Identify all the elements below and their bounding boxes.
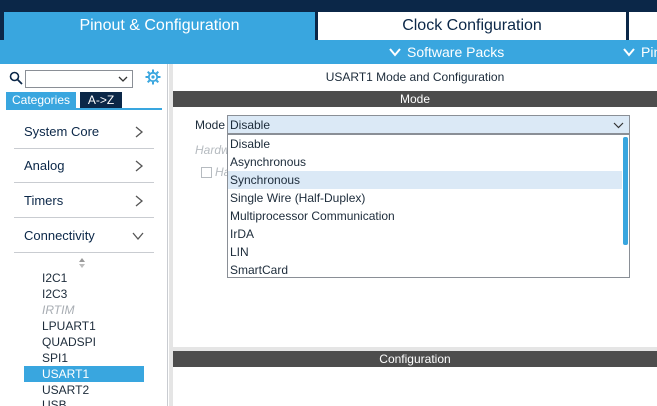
hardware-flow-label: Hardw (195, 143, 230, 157)
mode-option[interactable]: Single Wire (Half-Duplex) (228, 189, 622, 207)
sidebar: Categories A->Z System Core Analog Timer… (0, 64, 168, 406)
chevron-down-icon (389, 48, 401, 57)
mode-label: Mode (195, 118, 226, 132)
mode-option[interactable]: Asynchronous (228, 153, 622, 171)
configuration-section-header: Configuration (173, 351, 657, 367)
mode-panel: USART1 Mode and Configuration Mode Mode … (173, 64, 657, 347)
group-label: Analog (24, 158, 65, 173)
secondary-bar: Software Packs Pin (0, 40, 657, 64)
sort-icon[interactable] (78, 258, 86, 268)
mode-option[interactable]: LIN (228, 243, 622, 261)
page-title: USART1 Mode and Configuration (325, 70, 505, 84)
search-input[interactable] (25, 70, 133, 88)
tab-underline (6, 108, 162, 110)
peripheral-item[interactable]: SPI1 (24, 350, 144, 366)
top-tab-bar: Pinout & Configuration Clock Configurati… (0, 0, 657, 40)
peripheral-item[interactable]: QUADSPI (24, 334, 144, 350)
group-analog[interactable]: Analog (14, 149, 154, 183)
pinout-menu-label: Pin (641, 44, 657, 60)
mode-option[interactable]: IrDA (228, 225, 622, 243)
dropdown-scrollbar[interactable] (623, 137, 628, 245)
mode-select-value: Disable (230, 117, 271, 132)
configuration-panel (173, 367, 657, 406)
chevron-right-icon (135, 160, 144, 172)
peripheral-item[interactable]: USB (24, 398, 144, 406)
group-label: System Core (24, 124, 100, 139)
tab-categories[interactable]: Categories (6, 92, 76, 108)
peripheral-item[interactable]: IRTIM (24, 302, 144, 318)
mode-option[interactable]: Multiprocessor Communication (228, 207, 622, 225)
group-timers[interactable]: Timers (14, 184, 154, 218)
tab-overflow[interactable] (629, 12, 657, 40)
group-label: Timers (24, 193, 64, 208)
peripheral-item[interactable]: I2C3 (24, 286, 144, 302)
software-packs-label: Software Packs (407, 44, 505, 60)
chevron-down-icon (623, 48, 635, 57)
tab-clock-configuration[interactable]: Clock Configuration (318, 12, 626, 40)
group-system-core[interactable]: System Core (14, 115, 154, 149)
mode-option[interactable]: Disable (228, 135, 622, 153)
peripheral-item[interactable]: I2C1 (24, 270, 144, 286)
peripheral-item-selected[interactable]: USART1 (24, 366, 144, 382)
mode-option-highlighted[interactable]: Synchronous (228, 171, 622, 189)
group-label: Connectivity (24, 228, 95, 243)
mode-select[interactable]: Disable (227, 115, 630, 134)
tab-pinout-configuration[interactable]: Pinout & Configuration (4, 12, 315, 40)
chevron-right-icon (135, 126, 144, 138)
group-connectivity[interactable]: Connectivity (14, 219, 154, 253)
chevron-down-icon[interactable] (118, 74, 128, 84)
mode-dropdown-list: Disable Asynchronous Synchronous Single … (227, 134, 630, 278)
peripheral-item[interactable]: USART2 (24, 382, 144, 398)
search-icon[interactable] (9, 71, 23, 85)
gear-icon[interactable] (145, 69, 161, 85)
chevron-down-icon (132, 232, 144, 241)
chevron-down-icon[interactable] (613, 120, 624, 130)
main-panel: USART1 Mode and Configuration Mode Mode … (169, 64, 657, 406)
mode-option[interactable]: SmartCard (228, 261, 622, 279)
chevron-right-icon (135, 195, 144, 207)
mode-section-header: Mode (173, 91, 657, 107)
tab-a-to-z[interactable]: A->Z (80, 92, 122, 108)
pinout-menu[interactable]: Pin (622, 40, 657, 64)
peripheral-item[interactable]: LPUART1 (24, 318, 144, 334)
software-packs-menu[interactable]: Software Packs (388, 40, 504, 64)
hardware-checkbox[interactable] (201, 167, 212, 178)
